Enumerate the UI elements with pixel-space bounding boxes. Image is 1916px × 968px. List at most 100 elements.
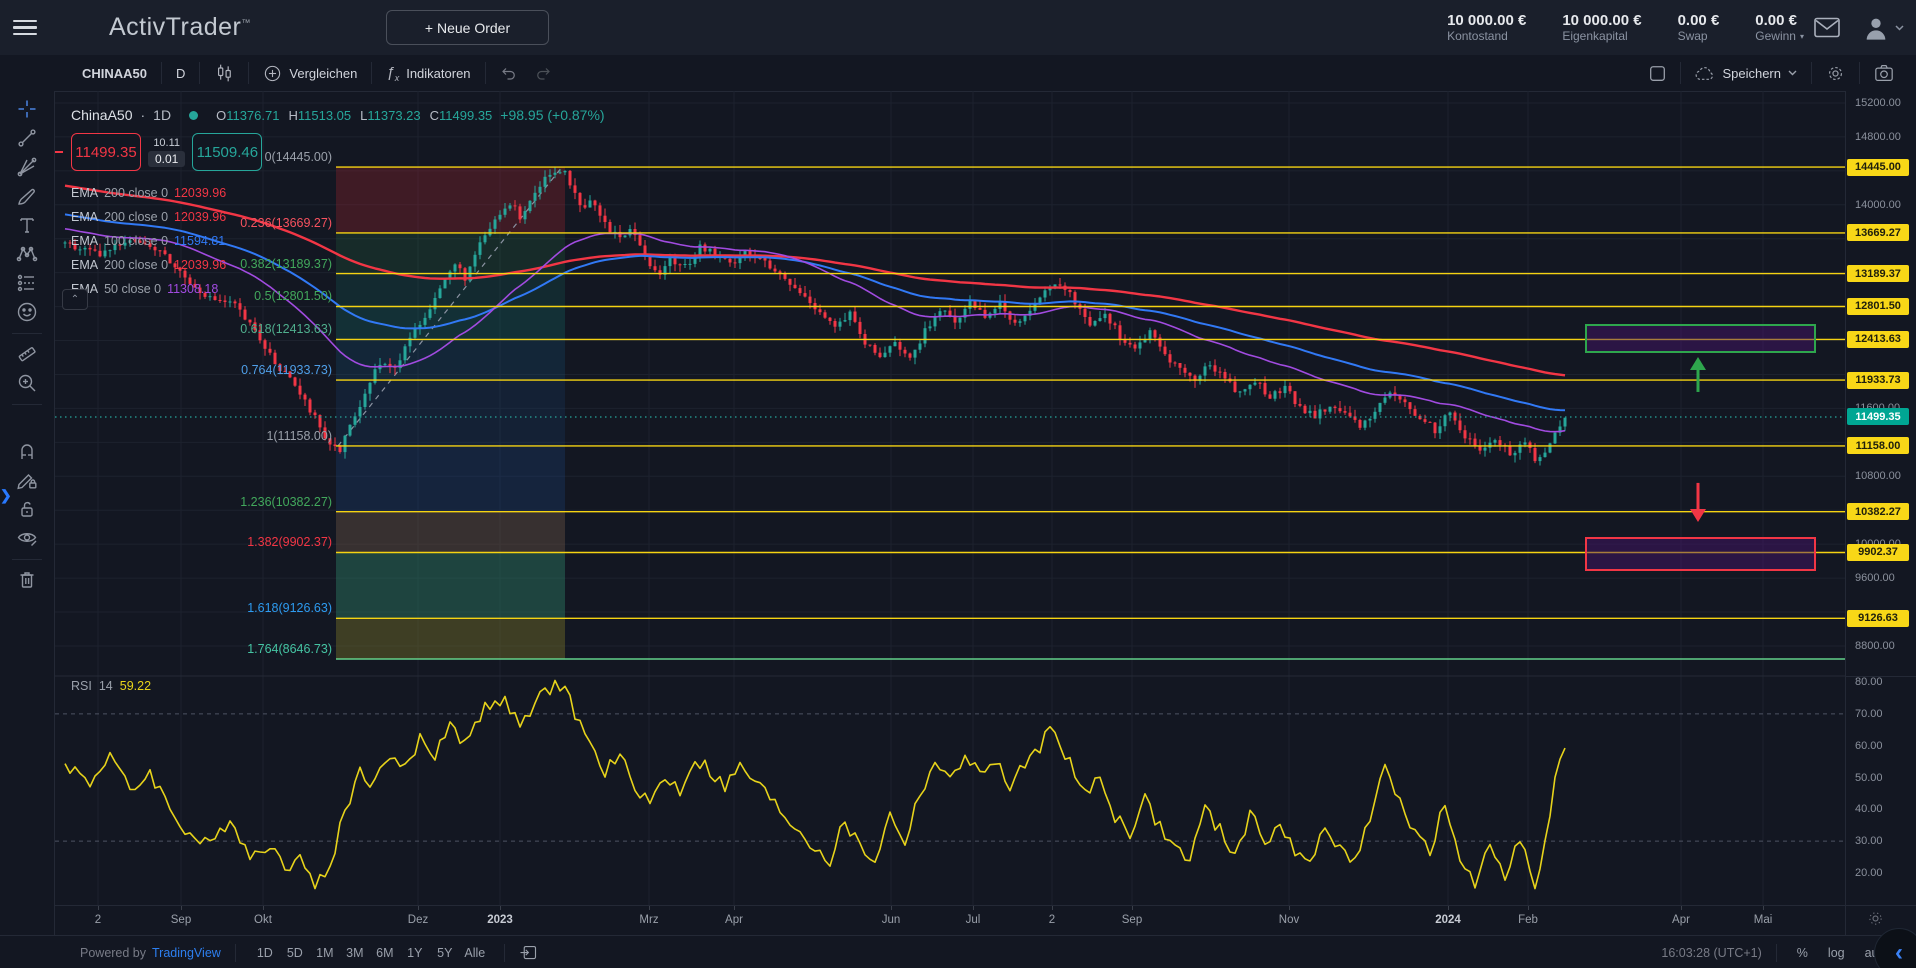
fx-icon: ƒx xyxy=(386,64,399,83)
snapshot-button[interactable] xyxy=(1860,55,1908,91)
chevron-down-icon: ▾ xyxy=(1800,29,1804,44)
top-header: ActivTrader™ + Neue Order 10 000.00 €Kon… xyxy=(0,0,1916,56)
fib-price-badge: 11933.73 xyxy=(1847,372,1909,389)
rsi-tick: 70.00 xyxy=(1855,708,1883,720)
time-tick-mark xyxy=(418,906,419,910)
range-button-1d[interactable]: 1D xyxy=(250,943,280,963)
chart-legend: ChinaA50 · 1D O11376.71H11513.05L11373.2… xyxy=(71,107,605,123)
price-scale[interactable]: 15200.0014800.0014000.0011600.0010800.00… xyxy=(1845,91,1916,935)
time-label: Okt xyxy=(228,914,298,926)
range-button-3m[interactable]: 3M xyxy=(340,943,370,963)
ema-legend-row: EMA200 close 012039.96 xyxy=(71,181,226,205)
time-label: Jul xyxy=(938,914,1008,926)
text-tool-icon[interactable] xyxy=(10,211,44,239)
tradingview-link[interactable]: TradingView xyxy=(152,946,221,960)
time-tick-mark xyxy=(98,906,99,910)
range-button-5d[interactable]: 5D xyxy=(280,943,310,963)
time-tick-mark xyxy=(649,906,650,910)
user-avatar[interactable] xyxy=(1862,14,1904,42)
candle-style-button[interactable] xyxy=(200,55,248,91)
rsi-tick: 80.00 xyxy=(1855,676,1883,688)
chart-toolbar: CHINAA50 D Vergleichen ƒx Indikatoren xyxy=(0,55,1916,92)
price-tick: 14800.00 xyxy=(1855,131,1901,143)
trademark: ™ xyxy=(241,18,251,28)
range-button-5y[interactable]: 5Y xyxy=(430,943,460,963)
range-button-1y[interactable]: 1Y xyxy=(400,943,430,963)
trend-line-icon[interactable] xyxy=(10,124,44,152)
new-order-button[interactable]: + Neue Order xyxy=(386,10,549,45)
fib-price-badge: 11158.00 xyxy=(1847,437,1909,454)
undo-button[interactable] xyxy=(486,55,532,91)
range-button-6m[interactable]: 6M xyxy=(370,943,400,963)
indicators-button[interactable]: ƒx Indikatoren xyxy=(372,55,484,91)
time-label: Apr xyxy=(699,914,769,926)
fib-price-badge: 13189.37 xyxy=(1847,265,1909,282)
go-to-date-icon[interactable] xyxy=(519,944,537,961)
trash-icon[interactable] xyxy=(10,566,44,594)
price-tick: 14000.00 xyxy=(1855,199,1901,211)
timezone-sun-icon[interactable] xyxy=(1868,911,1883,926)
time-label: Mai xyxy=(1728,914,1798,926)
camera-icon xyxy=(1874,64,1894,82)
bottom-toolbar: Powered by TradingView 1D5D1M3M6M1Y5YAll… xyxy=(0,935,1916,968)
range-button-1m[interactable]: 1M xyxy=(310,943,340,963)
settings-button[interactable] xyxy=(1812,55,1859,91)
crosshair-icon[interactable] xyxy=(10,95,44,123)
price-tick: 10800.00 xyxy=(1855,470,1901,482)
redo-button[interactable] xyxy=(532,55,566,91)
time-tick-mark xyxy=(734,906,735,910)
symbol-button[interactable]: CHINAA50 xyxy=(68,55,161,91)
chevron-down-icon xyxy=(1895,25,1904,31)
magnet-icon[interactable] xyxy=(10,437,44,465)
ruler-icon[interactable] xyxy=(10,340,44,368)
time-axis[interactable]: 2SepOktDez2023MrzAprJunJul2SepNov2024Feb… xyxy=(55,905,1845,936)
lock-drawings-icon[interactable] xyxy=(10,495,44,523)
price-chart-canvas[interactable] xyxy=(55,91,1845,905)
price-tick: 9600.00 xyxy=(1855,572,1895,584)
ema-legend-row: EMA50 close 011308.18 xyxy=(71,277,226,301)
account-stats: 10 000.00 €Kontostand10 000.00 €Eigenkap… xyxy=(1447,0,1804,55)
xabcd-pattern-icon[interactable] xyxy=(10,240,44,268)
drawing-mode-icon[interactable] xyxy=(10,466,44,494)
time-label: Jun xyxy=(856,914,926,926)
multichart-checkbox[interactable] xyxy=(1635,55,1680,91)
time-tick-mark xyxy=(1681,906,1682,910)
price-tick: 8800.00 xyxy=(1855,640,1895,652)
prediction-icon[interactable] xyxy=(10,269,44,297)
legend-collapse-button[interactable]: ⌃ xyxy=(62,289,88,310)
brush-icon[interactable] xyxy=(10,182,44,210)
rsi-value: 59.22 xyxy=(120,679,151,693)
save-button[interactable]: Speichern xyxy=(1681,55,1811,91)
account-stat-kontostand: 10 000.00 €Kontostand xyxy=(1447,12,1526,44)
percent-scale-toggle[interactable]: % xyxy=(1797,946,1808,960)
interval-button[interactable]: D xyxy=(162,55,199,91)
watchlist-expand-chevron[interactable]: ❯ xyxy=(0,487,12,504)
indicator-legend: EMA200 close 012039.96EMA200 close 01203… xyxy=(71,181,226,301)
drawing-toolbar xyxy=(0,91,55,935)
app-logo: ActivTrader™ xyxy=(109,13,251,42)
zoom-in-icon[interactable] xyxy=(10,369,44,397)
emoji-icon[interactable] xyxy=(10,298,44,326)
price-tick: 15200.00 xyxy=(1855,97,1901,109)
sell-button[interactable]: 11499.35 xyxy=(71,133,141,171)
chart-pane[interactable]: ChinaA50 · 1D O11376.71H11513.05L11373.2… xyxy=(55,91,1845,935)
mail-icon[interactable] xyxy=(1814,17,1840,38)
fib-price-badge: 12801.50 xyxy=(1847,298,1909,315)
hide-drawings-icon[interactable] xyxy=(10,524,44,552)
time-tick-mark xyxy=(263,906,264,910)
account-stat-gewinn[interactable]: 0.00 €Gewinn▾ xyxy=(1755,12,1804,44)
plus-circle-icon xyxy=(263,64,282,83)
rsi-legend: RSI 14 59.22 xyxy=(71,679,151,693)
compare-button[interactable]: Vergleichen xyxy=(249,55,371,91)
fib-price-badge: 9902.37 xyxy=(1847,544,1909,561)
chevron-down-icon xyxy=(1788,70,1797,76)
time-label: Mrz xyxy=(614,914,684,926)
session-clock[interactable]: 16:03:28 (UTC+1) xyxy=(1661,946,1761,960)
gann-fib-icon[interactable] xyxy=(10,153,44,181)
log-scale-toggle[interactable]: log xyxy=(1828,946,1845,960)
powered-by-label: Powered by xyxy=(80,946,146,960)
activtrader-app: ActivTrader™ + Neue Order 10 000.00 €Kon… xyxy=(0,0,1916,968)
range-button-alle[interactable]: Alle xyxy=(460,943,490,963)
buy-button[interactable]: 11509.46 xyxy=(192,133,262,171)
menu-icon[interactable] xyxy=(13,20,37,36)
